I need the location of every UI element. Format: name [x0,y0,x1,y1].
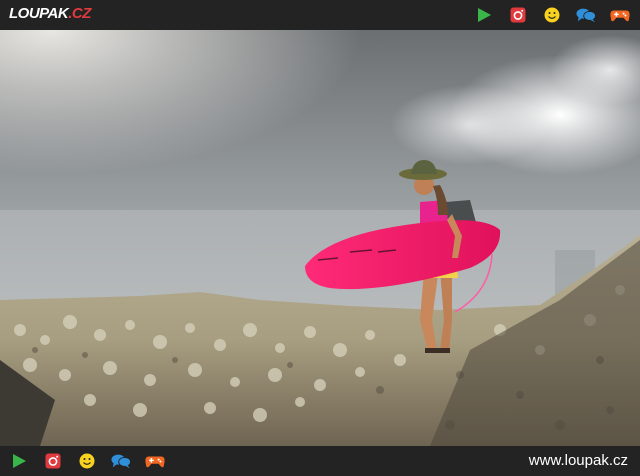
play-icon[interactable] [9,451,29,471]
instagram-icon[interactable] [43,451,63,471]
instagram-icon[interactable] [508,5,528,25]
top-bar: LOUPAK.CZ [0,0,640,30]
smiley-icon[interactable] [77,451,97,471]
logo-name: LOUPAK [9,5,69,22]
bottom-icon-group [9,451,165,471]
main-photo [0,30,640,446]
photo-illustration [0,30,640,446]
site-logo[interactable]: LOUPAK.CZ [9,5,91,22]
gamepad-icon[interactable] [145,451,165,471]
smiley-icon[interactable] [542,5,562,25]
gamepad-icon[interactable] [610,5,630,25]
logo-tld: .CZ [68,5,91,22]
chat-icon[interactable] [576,5,596,25]
chat-icon[interactable] [111,451,131,471]
site-url-link[interactable]: www.loupak.cz [529,452,628,469]
bottom-bar: www.loupak.cz [0,446,640,476]
top-icon-group [474,5,630,25]
play-icon[interactable] [474,5,494,25]
